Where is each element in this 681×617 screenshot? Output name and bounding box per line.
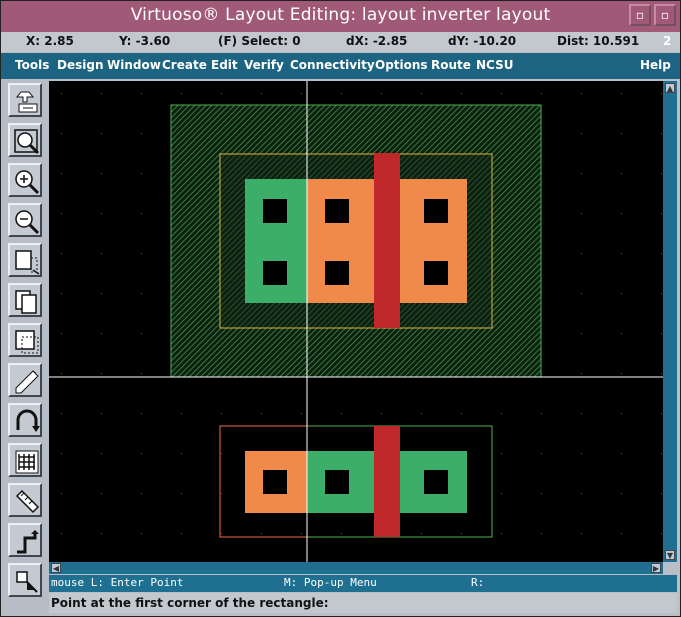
stretch-tool-button[interactable] — [8, 243, 42, 277]
scroll-up-arrow[interactable]: ▲ — [665, 83, 675, 93]
scroll-down-arrow[interactable]: ▼ — [665, 550, 675, 560]
menu-options[interactable]: Options — [375, 58, 428, 72]
contact — [424, 261, 448, 285]
menu-tools[interactable]: Tools — [15, 58, 49, 72]
move-icon — [15, 330, 39, 354]
path-icon — [17, 530, 39, 554]
undo-tool-button[interactable] — [8, 403, 42, 437]
window-number: 2 — [663, 34, 672, 48]
cursor-x: X: 2.85 — [26, 34, 74, 48]
contact — [325, 261, 349, 285]
maximize-button[interactable]: ▫ — [654, 4, 676, 26]
ruler-tool-button[interactable] — [8, 483, 42, 517]
coordinate-status-bar: X: 2.85 Y: -3.60 (F) Select: 0 dX: -2.85… — [1, 32, 680, 52]
properties-icon — [15, 450, 39, 474]
menu-edit[interactable]: Edit — [211, 58, 238, 72]
zoom-in-tool-button[interactable] — [8, 163, 42, 197]
poly-gate-nmos — [374, 426, 400, 537]
properties-tool-button[interactable] — [8, 443, 42, 477]
stretch-icon — [15, 250, 40, 275]
contact — [263, 199, 287, 223]
minimize-button[interactable]: ▫ — [629, 4, 651, 26]
contact — [424, 470, 448, 494]
rectangle-icon — [16, 571, 38, 593]
cursor-y: Y: -3.60 — [119, 34, 171, 48]
zoom-fit-tool-button[interactable] — [8, 123, 42, 157]
save-icon — [15, 91, 38, 113]
menu-help[interactable]: Help — [640, 58, 671, 72]
command-prompt: Point at the first corner of the rectang… — [51, 596, 329, 610]
save-tool-button[interactable] — [8, 83, 42, 117]
mouse-right-binding: R: — [471, 576, 485, 589]
scroll-left-arrow[interactable]: ◀ — [51, 563, 61, 573]
menu-verify[interactable]: Verify — [244, 58, 284, 72]
mouse-left-binding: mouse L: Enter Point — [51, 576, 184, 589]
move-tool-button[interactable] — [8, 323, 42, 357]
copy-icon — [15, 290, 37, 314]
layout-window: Virtuoso® Layout Editing: layout inverte… — [0, 0, 681, 617]
zoom-out-tool-button[interactable] — [8, 203, 42, 237]
tool-palette — [1, 80, 49, 616]
prompt-bar: Point at the first corner of the rectang… — [49, 593, 677, 613]
contact — [263, 261, 287, 285]
menu-window[interactable]: Window — [107, 58, 161, 72]
contact — [424, 199, 448, 223]
layout-canvas[interactable] — [49, 81, 663, 562]
delta-y: dY: -10.20 — [448, 34, 517, 48]
zoom-out-icon — [15, 210, 40, 235]
poly-gate-pmos — [374, 153, 400, 328]
rectangle-tool-button[interactable] — [8, 563, 42, 597]
path-tool-button[interactable] — [8, 523, 42, 557]
contact — [325, 199, 349, 223]
mouse-middle-binding: M: Pop-up Menu — [284, 576, 377, 589]
zoom-fit-icon — [14, 129, 40, 155]
menu-bar: Tools Design Window Create Edit Verify C… — [1, 53, 680, 79]
distance: Dist: 10.591 — [557, 34, 640, 48]
scroll-right-arrow[interactable]: ▶ — [651, 563, 661, 573]
vertical-scrollbar[interactable]: ▲ ▼ — [663, 81, 677, 562]
contact — [325, 470, 349, 494]
mouse-binding-bar: mouse L: Enter Point M: Pop-up Menu R: — [49, 575, 677, 592]
ruler-icon — [15, 489, 40, 514]
menu-route[interactable]: Route — [431, 58, 471, 72]
menu-design[interactable]: Design — [57, 58, 104, 72]
layout-drawing — [49, 81, 663, 562]
menu-create[interactable]: Create — [162, 58, 207, 72]
zoom-in-icon — [15, 170, 40, 195]
delete-tool-button[interactable] — [8, 363, 42, 397]
horizontal-scrollbar[interactable]: ◀ ▶ — [49, 562, 663, 574]
undo-icon — [16, 409, 40, 432]
menu-connectivity[interactable]: Connectivity — [290, 58, 375, 72]
delta-x: dX: -2.85 — [346, 34, 408, 48]
window-title: Virtuoso® Layout Editing: layout inverte… — [130, 5, 551, 25]
copy-tool-button[interactable] — [8, 283, 42, 317]
delete-icon — [15, 370, 39, 394]
contact — [263, 470, 287, 494]
title-bar: Virtuoso® Layout Editing: layout inverte… — [1, 1, 680, 32]
select-count: (F) Select: 0 — [218, 34, 301, 48]
menu-ncsu[interactable]: NCSU — [476, 58, 513, 72]
